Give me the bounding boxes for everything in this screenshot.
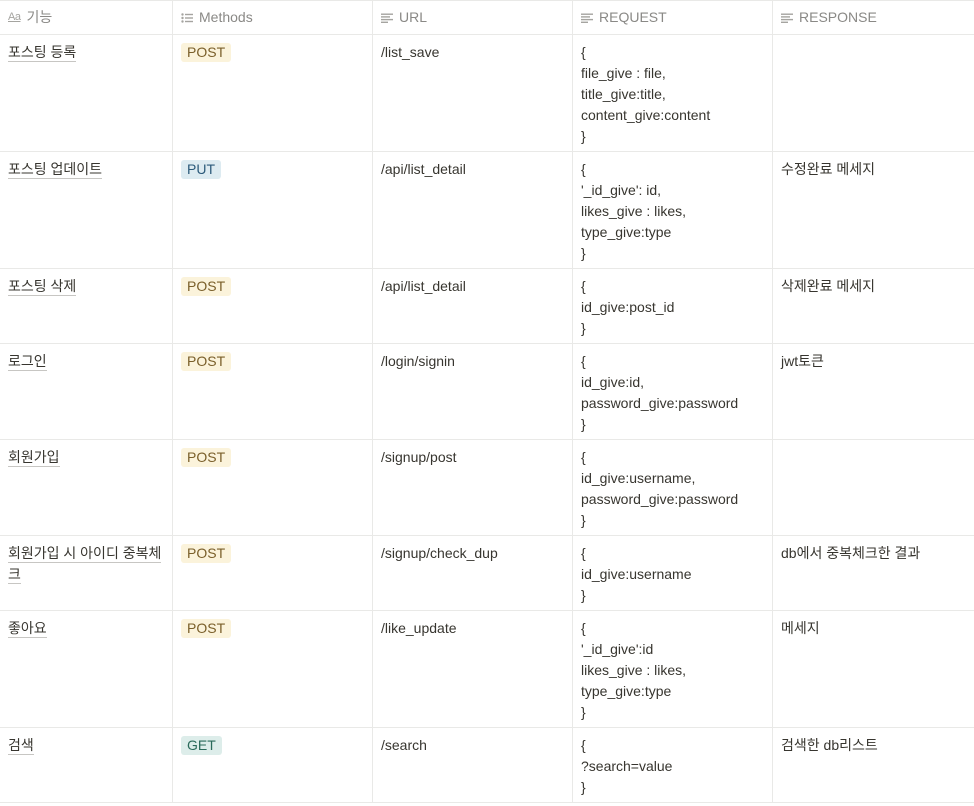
request-cell[interactable]: { id_give:id, password_give:password } <box>573 344 773 439</box>
method-tag: POST <box>181 277 232 296</box>
method-tag: PUT <box>181 160 221 179</box>
request-cell[interactable]: { id_give:username, password_give:passwo… <box>573 440 773 535</box>
table-row[interactable]: 회원가입 POST /signup/post { id_give:usernam… <box>0 440 974 536</box>
column-header-feature[interactable]: Aa 기능 <box>0 1 173 34</box>
request-cell[interactable]: { file_give : file, title_give:title, co… <box>573 35 773 151</box>
request-cell[interactable]: { ?search=value } <box>573 728 773 802</box>
response-cell[interactable]: 검색한 db리스트 <box>773 728 974 802</box>
column-header-request-label: REQUEST <box>599 9 667 25</box>
title-property-icon: Aa <box>8 11 21 23</box>
url-text: /api/list_detail <box>381 278 466 294</box>
feature-cell[interactable]: 포스팅 등록 <box>0 35 173 151</box>
method-cell[interactable]: POST <box>173 440 373 535</box>
method-tag: GET <box>181 736 222 755</box>
response-cell[interactable]: db에서 중복체크한 결과 <box>773 536 974 610</box>
method-cell[interactable]: POST <box>173 269 373 343</box>
feature-title[interactable]: 회원가입 <box>8 449 60 467</box>
feature-cell[interactable]: 로그인 <box>0 344 173 439</box>
url-text: /signup/check_dup <box>381 545 498 561</box>
column-header-url[interactable]: URL <box>373 1 573 34</box>
response-cell[interactable]: jwt토큰 <box>773 344 974 439</box>
feature-cell[interactable]: 회원가입 <box>0 440 173 535</box>
table-row[interactable]: 좋아요 POST /like_update { '_id_give':id li… <box>0 611 974 728</box>
feature-cell[interactable]: 검색 <box>0 728 173 802</box>
table-row[interactable]: 검색 GET /search { ?search=value } 검색한 db리… <box>0 728 974 803</box>
method-cell[interactable]: GET <box>173 728 373 802</box>
method-cell[interactable]: POST <box>173 611 373 727</box>
response-cell[interactable] <box>773 35 974 151</box>
response-cell[interactable] <box>773 440 974 535</box>
column-header-response[interactable]: RESPONSE <box>773 1 974 34</box>
table-row[interactable]: 회원가입 시 아이디 중복체크 POST /signup/check_dup {… <box>0 536 974 611</box>
method-tag: POST <box>181 544 232 563</box>
feature-title[interactable]: 포스팅 삭제 <box>8 278 77 296</box>
request-cell[interactable]: { '_id_give':id likes_give : likes, type… <box>573 611 773 727</box>
feature-cell[interactable]: 좋아요 <box>0 611 173 727</box>
request-cell[interactable]: { '_id_give': id, likes_give : likes, ty… <box>573 152 773 268</box>
api-table: Aa 기능 Methods URL REQUEST RESPONSE 포스팅 등… <box>0 0 974 803</box>
method-cell[interactable]: POST <box>173 344 373 439</box>
table-row[interactable]: 포스팅 등록 POST /list_save { file_give : fil… <box>0 35 974 152</box>
column-header-methods[interactable]: Methods <box>173 1 373 34</box>
column-header-response-label: RESPONSE <box>799 9 877 25</box>
feature-title[interactable]: 좋아요 <box>8 620 47 638</box>
method-tag: POST <box>181 448 232 467</box>
method-tag: POST <box>181 43 232 62</box>
text-property-icon <box>381 13 393 23</box>
url-cell[interactable]: /like_update <box>373 611 573 727</box>
url-cell[interactable]: /search <box>373 728 573 802</box>
feature-title[interactable]: 로그인 <box>8 353 47 371</box>
method-cell[interactable]: POST <box>173 35 373 151</box>
url-text: /login/signin <box>381 353 455 369</box>
url-text: /search <box>381 737 427 753</box>
feature-title[interactable]: 검색 <box>8 737 34 755</box>
url-text: /api/list_detail <box>381 161 466 177</box>
url-cell[interactable]: /api/list_detail <box>373 152 573 268</box>
url-cell[interactable]: /signup/post <box>373 440 573 535</box>
url-cell[interactable]: /list_save <box>373 35 573 151</box>
table-row[interactable]: 포스팅 업데이트 PUT /api/list_detail { '_id_giv… <box>0 152 974 269</box>
method-tag: POST <box>181 619 232 638</box>
response-cell[interactable]: 삭제완료 메세지 <box>773 269 974 343</box>
text-property-icon <box>781 13 793 23</box>
column-header-url-label: URL <box>399 9 428 25</box>
request-cell[interactable]: { id_give:username } <box>573 536 773 610</box>
method-cell[interactable]: POST <box>173 536 373 610</box>
response-cell[interactable]: 메세지 <box>773 611 974 727</box>
multi-select-icon <box>181 12 193 23</box>
table-header: Aa 기능 Methods URL REQUEST RESPONSE <box>0 1 974 35</box>
url-cell[interactable]: /signup/check_dup <box>373 536 573 610</box>
feature-cell[interactable]: 포스팅 삭제 <box>0 269 173 343</box>
response-cell[interactable]: 수정완료 메세지 <box>773 152 974 268</box>
text-property-icon <box>581 13 593 23</box>
feature-cell[interactable]: 회원가입 시 아이디 중복체크 <box>0 536 173 610</box>
feature-title[interactable]: 포스팅 업데이트 <box>8 161 103 179</box>
method-tag: POST <box>181 352 232 371</box>
table-row[interactable]: 로그인 POST /login/signin { id_give:id, pas… <box>0 344 974 440</box>
column-header-methods-label: Methods <box>199 9 253 25</box>
request-cell[interactable]: { id_give:post_id } <box>573 269 773 343</box>
method-cell[interactable]: PUT <box>173 152 373 268</box>
url-cell[interactable]: /login/signin <box>373 344 573 439</box>
column-header-request[interactable]: REQUEST <box>573 1 773 34</box>
feature-title[interactable]: 포스팅 등록 <box>8 44 77 62</box>
url-text: /like_update <box>381 620 457 636</box>
column-header-feature-label: 기능 <box>26 9 53 25</box>
url-cell[interactable]: /api/list_detail <box>373 269 573 343</box>
table-row[interactable]: 포스팅 삭제 POST /api/list_detail { id_give:p… <box>0 269 974 344</box>
feature-cell[interactable]: 포스팅 업데이트 <box>0 152 173 268</box>
url-text: /signup/post <box>381 449 457 465</box>
url-text: /list_save <box>381 44 440 60</box>
feature-title[interactable]: 회원가입 시 아이디 중복체크 <box>8 545 162 584</box>
